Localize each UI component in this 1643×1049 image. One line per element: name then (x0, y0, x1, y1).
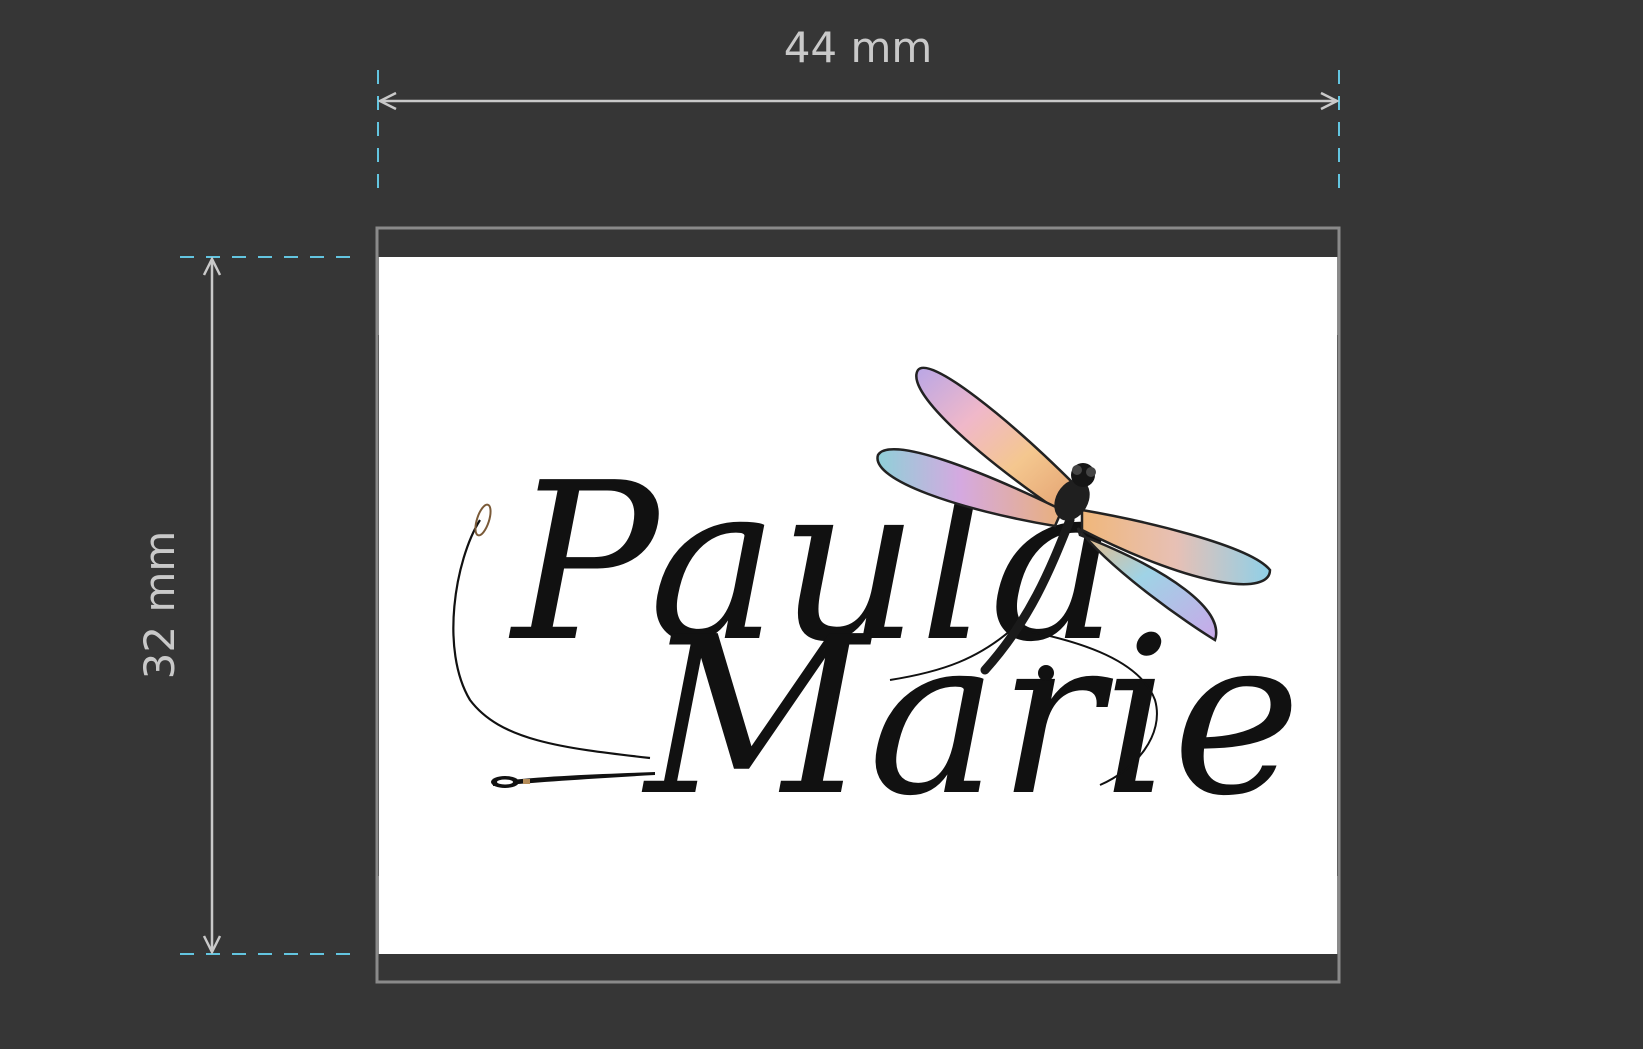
label-dimension-diagram: 44 mm 32 mm Paula Marie (135, 23, 1341, 984)
decorative-dot (1038, 665, 1054, 681)
width-dimension: 44 mm (377, 23, 1340, 200)
height-label: 32 mm (135, 531, 184, 680)
label-preview: Paula Marie (375, 226, 1341, 984)
width-label: 44 mm (784, 23, 933, 72)
height-dimension: 32 mm (135, 256, 362, 955)
